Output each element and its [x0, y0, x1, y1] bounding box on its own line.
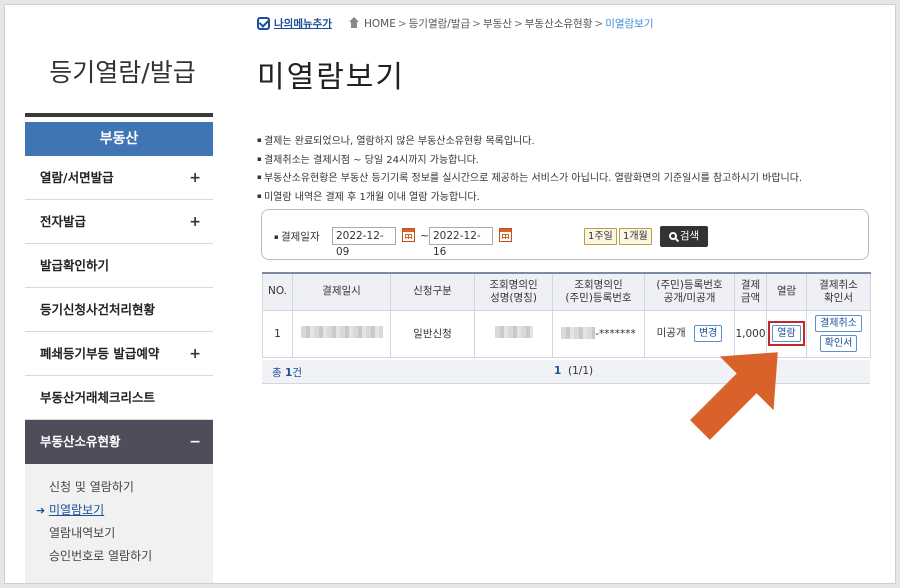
- notice-item: 결제는 완료되었으나, 열람하지 않은 부동산소유현황 목록입니다.: [257, 132, 802, 151]
- cancel-payment-button[interactable]: 결제취소: [815, 315, 862, 332]
- one-week-button[interactable]: 1주일: [584, 228, 617, 245]
- sidebar-item-label: 전자발급: [40, 214, 87, 229]
- calendar-icon[interactable]: [499, 228, 512, 242]
- date-range-tilde: ~: [420, 229, 430, 242]
- submenu-label: 열람내역보기: [49, 526, 116, 540]
- sidebar-item-view-issue[interactable]: 열람/서면발급 +: [25, 156, 213, 200]
- pagination: 1 (1/1): [554, 365, 593, 377]
- submenu-view-history[interactable]: 열람내역보기: [25, 522, 213, 545]
- page-number[interactable]: 1: [554, 365, 561, 377]
- cell-cancel-receipt: 결제취소 확인서: [806, 309, 871, 358]
- page-info: (1/1): [568, 365, 594, 377]
- cell-holder-reg-no: -*******: [552, 309, 645, 358]
- add-my-menu-label: 나의메뉴추가: [274, 18, 332, 30]
- receipt-button[interactable]: 확인서: [819, 335, 858, 352]
- sidebar-item-label: 등기신청사건처리현황: [40, 302, 156, 317]
- expand-plus-icon[interactable]: +: [189, 200, 201, 244]
- sidebar-section-head[interactable]: 부동산: [25, 122, 213, 156]
- col-header-view: 열람: [766, 272, 807, 311]
- page-title: 미열람보기: [257, 60, 405, 95]
- breadcrumb-home[interactable]: HOME: [364, 18, 396, 30]
- sidebar-submenu: 신청 및 열람하기 ➔ 미열람보기 열람내역보기 승인번호로 열람하기: [25, 464, 213, 583]
- submenu-label: 미열람보기: [49, 503, 105, 517]
- cell-paid-at: [292, 309, 391, 358]
- expand-plus-icon[interactable]: +: [189, 156, 201, 200]
- disclosure-status: 미공개: [656, 327, 686, 339]
- col-header-holder-reg-no: 조회명의인 (주민)등록번호: [552, 272, 645, 311]
- payment-date-label: 결제일자: [274, 229, 320, 244]
- redacted-value: [300, 326, 383, 338]
- sidebar-item-case-status[interactable]: 등기신청사건처리현황: [25, 288, 213, 332]
- col-header-paid-at: 결제일시: [292, 272, 391, 311]
- total-count: 총 1건: [272, 367, 302, 379]
- sidebar-item-closed-registry[interactable]: 폐쇄등기부등 발급예약 +: [25, 332, 213, 376]
- calendar-icon[interactable]: [402, 228, 415, 242]
- breadcrumb-item[interactable]: 부동산소유현황: [525, 16, 593, 31]
- col-header-request-type: 신청구분: [390, 272, 475, 311]
- home-icon: [348, 16, 360, 29]
- highlight-arrow-icon: [690, 352, 778, 440]
- page-frame: 등기열람/발급 부동산 열람/서면발급 + 전자발급 + 발급확인하기 등기신청…: [4, 4, 896, 584]
- breadcrumb-current: 미열람보기: [605, 18, 654, 30]
- sidebar-menu: 열람/서면발급 + 전자발급 + 발급확인하기 등기신청사건처리현황 폐쇄등기부…: [25, 156, 213, 583]
- breadcrumb-separator: >: [513, 17, 523, 30]
- col-header-amount: 결제 금액: [734, 272, 767, 311]
- sidebar-title: 등기열람/발급: [49, 58, 196, 87]
- submenu-label: 신청 및 열람하기: [49, 480, 134, 494]
- notice-item: 미열람 내역은 결제 후 1개월 이내 열람 가능합니다.: [257, 188, 802, 207]
- sidebar-item-label: 부동산거래체크리스트: [40, 390, 156, 405]
- one-month-button[interactable]: 1개월: [619, 228, 652, 245]
- sidebar-item-label: 발급확인하기: [40, 258, 110, 273]
- breadcrumb-item[interactable]: 등기열람/발급: [409, 16, 471, 31]
- sidebar-item-label: 열람/서면발급: [40, 170, 114, 185]
- submenu-approval-view[interactable]: 승인번호로 열람하기: [25, 545, 213, 568]
- submenu-label: 승인번호로 열람하기: [49, 549, 153, 563]
- cell-holder-name: [474, 309, 553, 358]
- search-panel: 결제일자 2022-12-09 ~ 2022-12-16 1주일 1개월 검색: [261, 209, 869, 260]
- collapse-minus-icon[interactable]: −: [189, 420, 201, 464]
- redacted-value: [494, 326, 533, 338]
- reg-no-masked: -*******: [595, 328, 636, 340]
- sidebar-item-label: 부동산소유현황: [40, 434, 121, 449]
- sidebar-item-issue-verify[interactable]: 발급확인하기: [25, 244, 213, 288]
- search-button[interactable]: 검색: [660, 226, 708, 247]
- redacted-value: [561, 327, 596, 339]
- check-icon: [257, 17, 270, 30]
- search-icon: [668, 232, 677, 240]
- date-from-input[interactable]: 2022-12-09: [332, 227, 396, 258]
- cell-request-type: 일반신청: [390, 309, 475, 358]
- col-header-no: NO.: [262, 272, 293, 311]
- notice-list: 결제는 완료되었으나, 열람하지 않은 부동산소유현황 목록입니다. 결제취소는…: [257, 132, 802, 206]
- breadcrumb-item[interactable]: 부동산: [483, 16, 512, 31]
- add-my-menu-link[interactable]: 나의메뉴추가: [257, 16, 332, 31]
- sidebar-item-ownership-status[interactable]: 부동산소유현황 −: [25, 420, 213, 464]
- current-arrow-icon: ➔: [36, 504, 46, 517]
- breadcrumb: 나의메뉴추가 HOME > 등기열람/발급 > 부동산 > 부동산소유현황 > …: [257, 16, 654, 31]
- submenu-apply-view[interactable]: 신청 및 열람하기: [25, 476, 213, 499]
- col-header-holder-name: 조회명의인 성명(명칭): [474, 272, 553, 311]
- search-button-label: 검색: [679, 230, 700, 242]
- sidebar-divider: [25, 113, 213, 117]
- submenu-unviewed[interactable]: ➔ 미열람보기: [25, 499, 213, 522]
- cell-no: 1: [262, 309, 293, 358]
- breadcrumb-separator: >: [472, 17, 481, 30]
- notice-item: 결제취소는 결제시점 ~ 당일 24시까지 가능합니다.: [257, 151, 802, 170]
- breadcrumb-separator: >: [397, 17, 407, 30]
- sidebar-item-label: 폐쇄등기부등 발급예약: [40, 346, 160, 361]
- expand-plus-icon[interactable]: +: [189, 332, 201, 376]
- notice-item: 부동산소유현황은 부동산 등기기록 정보를 실시간으로 제공하는 서비스가 아닙…: [257, 169, 802, 188]
- sidebar-item-e-issue[interactable]: 전자발급 +: [25, 200, 213, 244]
- col-header-cancel-receipt: 결제취소 확인서: [806, 272, 871, 311]
- breadcrumb-separator: >: [594, 17, 604, 30]
- date-to-input[interactable]: 2022-12-16: [429, 227, 493, 258]
- sidebar-item-checklist[interactable]: 부동산거래체크리스트: [25, 376, 213, 420]
- table-header-row: NO. 결제일시 신청구분 조회명의인 성명(명칭) 조회명의인 (주민)등록번호 …: [262, 272, 871, 311]
- col-header-disclosure: (주민)등록번호 공개/미공개: [644, 272, 735, 311]
